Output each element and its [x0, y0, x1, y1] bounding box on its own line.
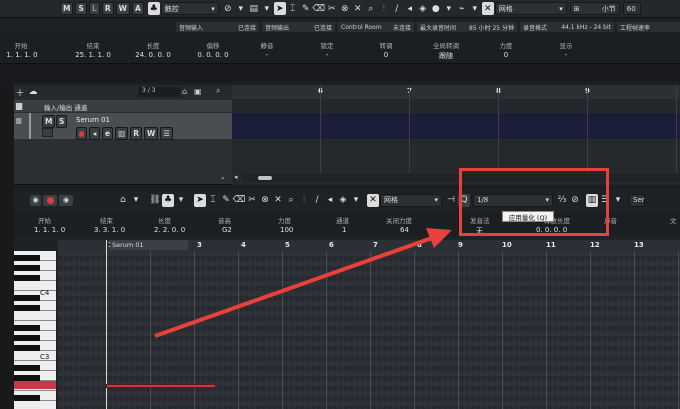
annotation-arrow: [154, 228, 452, 338]
arrow-shaft: [154, 236, 433, 338]
